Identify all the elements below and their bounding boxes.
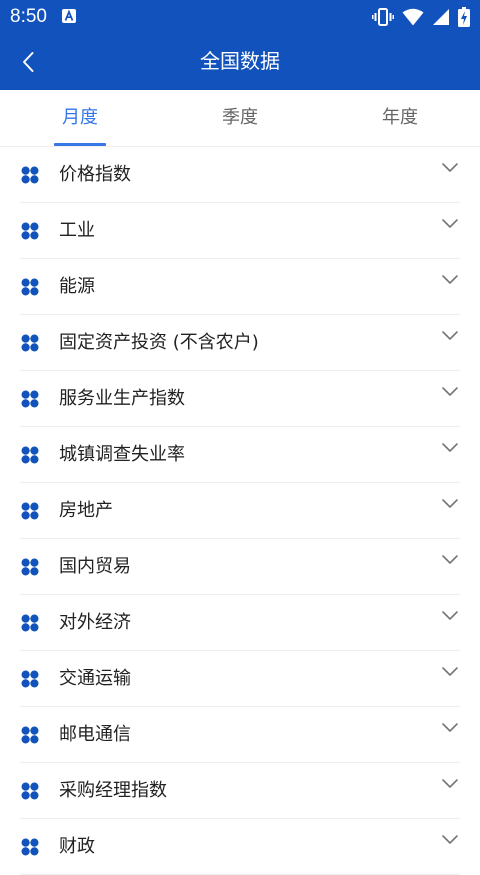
list-item[interactable]: 能源	[0, 259, 480, 315]
chevron-down-icon[interactable]	[441, 722, 459, 734]
clover-icon	[21, 782, 39, 800]
list-item[interactable]: 房地产	[0, 483, 480, 539]
list-item[interactable]: 工业	[0, 203, 480, 259]
list-item-label: 价格指数	[59, 164, 131, 185]
chevron-down-icon[interactable]	[441, 834, 459, 846]
status-bar: 8:50	[0, 0, 480, 34]
list-item-label: 服务业生产指数	[59, 388, 185, 409]
chevron-down-icon[interactable]	[441, 666, 459, 678]
vibrate-icon	[372, 8, 394, 26]
list-item[interactable]: 财政	[0, 819, 480, 875]
clover-icon	[21, 166, 39, 184]
battery-charging-icon	[458, 7, 470, 27]
clover-icon	[21, 558, 39, 576]
list-item[interactable]: 国内贸易	[0, 539, 480, 595]
list-item[interactable]: 交通运输	[0, 651, 480, 707]
chevron-down-icon[interactable]	[441, 274, 459, 286]
chevron-down-icon[interactable]	[441, 778, 459, 790]
list-item-label: 采购经理指数	[59, 780, 167, 801]
chevron-down-icon[interactable]	[441, 498, 459, 510]
chevron-down-icon[interactable]	[441, 554, 459, 566]
category-list: 价格指数工业能源固定资产投资 (不含农户) 服务业生产指数 城镇调查失业率 房地产国内…	[0, 147, 480, 875]
list-item[interactable]: 对外经济	[0, 595, 480, 651]
list-item[interactable]: 邮电通信	[0, 707, 480, 763]
tab-yearly[interactable]: 年度	[320, 90, 480, 146]
list-item-label: 对外经济	[59, 612, 131, 633]
nav-bar: 全国数据	[0, 34, 480, 90]
tab-monthly[interactable]: 月度	[0, 90, 160, 146]
list-item[interactable]: 采购经理指数	[0, 763, 480, 819]
status-time: 8:50	[10, 6, 47, 27]
period-tabs: 月度 季度 年度	[0, 90, 480, 147]
list-item-label: 能源	[59, 276, 95, 297]
wifi-icon	[402, 8, 424, 26]
chevron-down-icon[interactable]	[441, 162, 459, 174]
clover-icon	[21, 222, 39, 240]
a-notification-icon	[62, 9, 76, 23]
status-icons	[372, 6, 470, 28]
chevron-down-icon[interactable]	[441, 442, 459, 454]
active-tab-indicator	[54, 143, 106, 146]
chevron-down-icon[interactable]	[441, 610, 459, 622]
list-item[interactable]: 城镇调查失业率	[0, 427, 480, 483]
tab-quarterly[interactable]: 季度	[160, 90, 320, 146]
page-title: 全国数据	[200, 49, 280, 73]
chevron-down-icon[interactable]	[441, 386, 459, 398]
chevron-down-icon[interactable]	[441, 330, 459, 342]
list-item-label: 固定资产投资 (不含农户)	[59, 332, 259, 353]
clover-icon	[21, 614, 39, 632]
clover-icon	[21, 390, 39, 408]
list-item-label: 财政	[59, 836, 95, 857]
list-item[interactable]: 固定资产投资 (不含农户)	[0, 315, 480, 371]
clover-icon	[21, 502, 39, 520]
list-item-label: 城镇调查失业率	[59, 444, 185, 465]
list-item[interactable]: 价格指数	[0, 147, 480, 203]
chevron-down-icon[interactable]	[441, 218, 459, 230]
clover-icon	[21, 446, 39, 464]
clover-icon	[21, 670, 39, 688]
signal-icon	[433, 9, 449, 25]
list-item[interactable]: 服务业生产指数	[0, 371, 480, 427]
list-item-label: 房地产	[59, 500, 113, 521]
clover-icon	[21, 838, 39, 856]
clover-icon	[21, 334, 39, 352]
list-item-label: 工业	[59, 220, 95, 241]
clover-icon	[21, 726, 39, 744]
clover-icon	[21, 278, 39, 296]
list-item-label: 邮电通信	[59, 724, 131, 745]
list-item-label: 国内贸易	[59, 556, 131, 577]
list-item-label: 交通运输	[59, 668, 131, 689]
